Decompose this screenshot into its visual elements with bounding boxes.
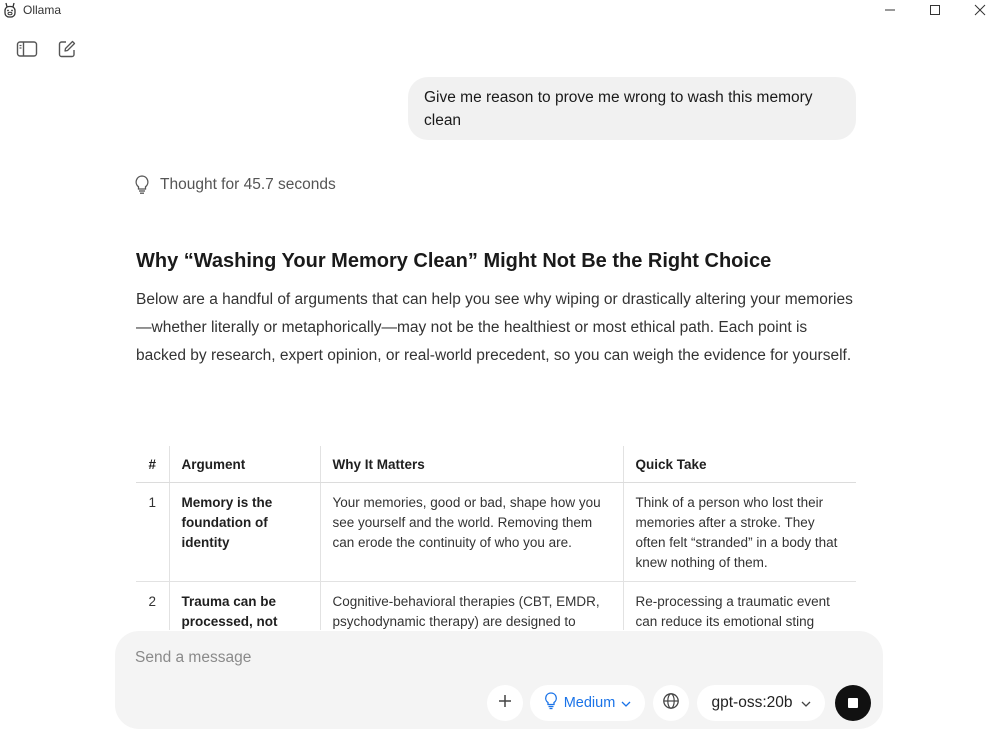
close-button[interactable] bbox=[958, 0, 990, 20]
message-input[interactable] bbox=[135, 649, 835, 667]
plus-icon bbox=[498, 694, 512, 713]
row-take: Re-processing a traumatic event can redu… bbox=[622, 581, 856, 630]
row-number: 2 bbox=[136, 581, 169, 630]
globe-icon bbox=[662, 692, 680, 715]
lightbulb-icon bbox=[134, 174, 150, 196]
message-composer: Medium gpt-oss:20b bbox=[115, 631, 883, 729]
chevron-down-icon bbox=[801, 694, 811, 712]
model-label: gpt-oss:20b bbox=[711, 694, 793, 711]
table-header-row: # Argument Why It Matters Quick Take bbox=[136, 446, 856, 483]
model-select[interactable]: gpt-oss:20b bbox=[697, 685, 825, 721]
chevron-down-icon bbox=[621, 695, 631, 711]
stop-generation-button[interactable] bbox=[835, 685, 871, 721]
column-header: # bbox=[136, 446, 169, 483]
add-attachment-button[interactable] bbox=[487, 685, 523, 721]
minimize-icon bbox=[884, 4, 896, 16]
minimize-button[interactable] bbox=[868, 0, 912, 20]
stop-icon bbox=[848, 698, 858, 708]
window-title: Ollama bbox=[23, 3, 62, 17]
close-icon bbox=[974, 4, 986, 16]
llama-icon bbox=[3, 2, 17, 18]
maximize-icon bbox=[929, 4, 941, 16]
column-header: Why It Matters bbox=[319, 446, 623, 483]
thought-label: Thought for 45.7 seconds bbox=[160, 176, 336, 193]
sidebar-toggle-button[interactable] bbox=[16, 40, 38, 62]
new-chat-icon bbox=[57, 39, 77, 64]
row-why: Cognitive-behavioral therapies (CBT, EMD… bbox=[319, 581, 623, 630]
web-search-button[interactable] bbox=[653, 685, 689, 721]
row-why: Your memories, good or bad, shape how yo… bbox=[319, 482, 623, 582]
reasoning-effort-label: Medium bbox=[563, 695, 616, 711]
title-bar: Ollama bbox=[0, 0, 990, 22]
table-row: 1 Memory is the foundation of identity Y… bbox=[136, 482, 856, 582]
row-take: Think of a person who lost their memorie… bbox=[622, 482, 856, 582]
arguments-table: # Argument Why It Matters Quick Take 1 M… bbox=[136, 446, 856, 630]
maximize-button[interactable] bbox=[913, 0, 957, 20]
lightbulb-icon bbox=[544, 691, 558, 715]
reasoning-effort-select[interactable]: Medium bbox=[530, 685, 645, 721]
new-chat-button[interactable] bbox=[56, 40, 78, 62]
thought-toggle[interactable]: Thought for 45.7 seconds bbox=[134, 174, 336, 196]
sidebar-toggle-icon bbox=[16, 40, 38, 63]
column-header: Quick Take bbox=[622, 446, 856, 483]
response-heading: Why “Washing Your Memory Clean” Might No… bbox=[136, 250, 772, 272]
user-message-bubble: Give me reason to prove me wrong to wash… bbox=[408, 77, 856, 140]
column-header: Argument bbox=[168, 446, 320, 483]
row-argument: Trauma can be processed, not bbox=[168, 581, 320, 630]
response-intro: Below are a handful of arguments that ca… bbox=[136, 291, 853, 364]
row-number: 1 bbox=[136, 482, 169, 582]
row-argument: Memory is the foundation of identity bbox=[168, 482, 320, 582]
table-row: 2 Trauma can be processed, not Cognitive… bbox=[136, 581, 856, 630]
